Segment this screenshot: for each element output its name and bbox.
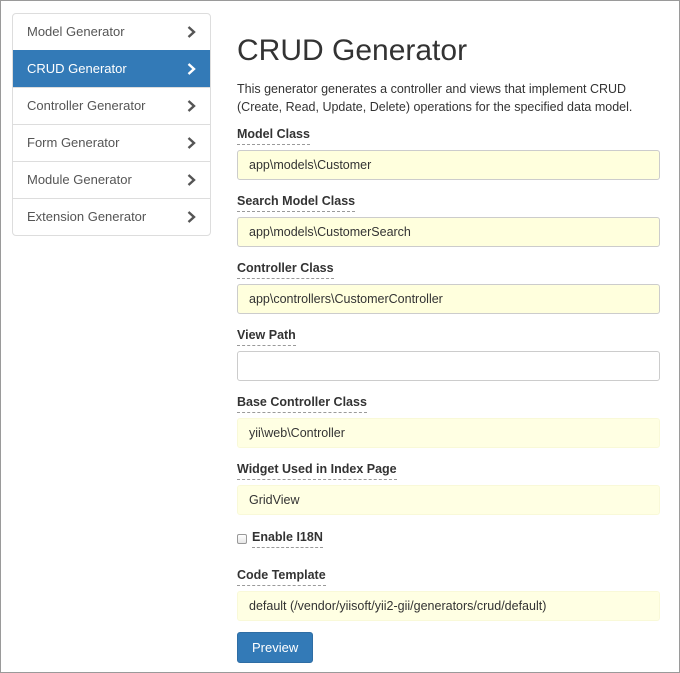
widget-index-page-label: Widget Used in Index Page <box>237 462 397 480</box>
code-template-input[interactable]: default (/vendor/yiisoft/yii2-gii/genera… <box>237 591 660 621</box>
controller-class-label: Controller Class <box>237 261 334 279</box>
widget-index-page-input[interactable]: GridView <box>237 485 660 515</box>
chevron-right-icon <box>186 51 196 87</box>
sidebar-item-crud-generator[interactable]: CRUD Generator <box>13 50 210 87</box>
enable-i18n-checkbox[interactable] <box>237 534 247 544</box>
sidebar-item-model-generator[interactable]: Model Generator <box>13 14 210 50</box>
base-controller-class-group: Base Controller Class yii\web\Controller <box>237 393 661 448</box>
base-controller-class-label: Base Controller Class <box>237 395 367 413</box>
sidebar-item-extension-generator[interactable]: Extension Generator <box>13 198 210 235</box>
sidebar-item-label: CRUD Generator <box>27 61 127 76</box>
view-path-label: View Path <box>237 328 296 346</box>
sidebar-item-label: Model Generator <box>27 24 125 39</box>
enable-i18n-label: Enable I18N <box>252 530 323 548</box>
enable-i18n-row[interactable]: Enable I18N <box>237 530 661 548</box>
model-class-group: Model Class app\models\Customer <box>237 125 661 180</box>
search-model-class-label: Search Model Class <box>237 194 356 212</box>
chevron-right-icon <box>186 88 196 124</box>
code-template-group: Code Template default (/vendor/yiisoft/y… <box>237 566 661 621</box>
sidebar-item-label: Extension Generator <box>27 209 147 224</box>
controller-class-input[interactable]: app\controllers\CustomerController <box>237 284 660 314</box>
app-frame: Model Generator CRUD Generator Controlle… <box>0 0 680 673</box>
code-template-label: Code Template <box>237 568 326 586</box>
generator-sidebar: Model Generator CRUD Generator Controlle… <box>12 13 211 236</box>
chevron-right-icon <box>186 14 196 50</box>
sidebar-item-label: Controller Generator <box>27 98 146 113</box>
chevron-right-icon <box>186 162 196 198</box>
sidebar-item-controller-generator[interactable]: Controller Generator <box>13 87 210 124</box>
sidebar-item-label: Form Generator <box>27 135 120 150</box>
sidebar-item-module-generator[interactable]: Module Generator <box>13 161 210 198</box>
chevron-right-icon <box>186 125 196 161</box>
enable-i18n-group: Enable I18N <box>237 530 661 548</box>
search-model-class-input[interactable]: app\models\CustomerSearch <box>237 217 660 247</box>
widget-index-page-group: Widget Used in Index Page GridView <box>237 460 661 515</box>
controller-class-group: Controller Class app\controllers\Custome… <box>237 259 661 314</box>
view-path-group: View Path <box>237 326 661 381</box>
page-title: CRUD Generator <box>237 34 468 67</box>
generator-form: CRUD Generator This generator generates … <box>237 27 661 663</box>
chevron-right-icon <box>186 199 196 235</box>
view-path-input[interactable] <box>237 351 660 381</box>
base-controller-class-input[interactable]: yii\web\Controller <box>237 418 660 448</box>
sidebar-item-label: Module Generator <box>27 172 132 187</box>
sidebar-item-form-generator[interactable]: Form Generator <box>13 124 210 161</box>
page-description: This generator generates a controller an… <box>237 82 633 114</box>
search-model-class-group: Search Model Class app\models\CustomerSe… <box>237 192 661 247</box>
model-class-label: Model Class <box>237 127 310 145</box>
preview-button[interactable]: Preview <box>237 632 314 663</box>
model-class-input[interactable]: app\models\Customer <box>237 150 660 180</box>
